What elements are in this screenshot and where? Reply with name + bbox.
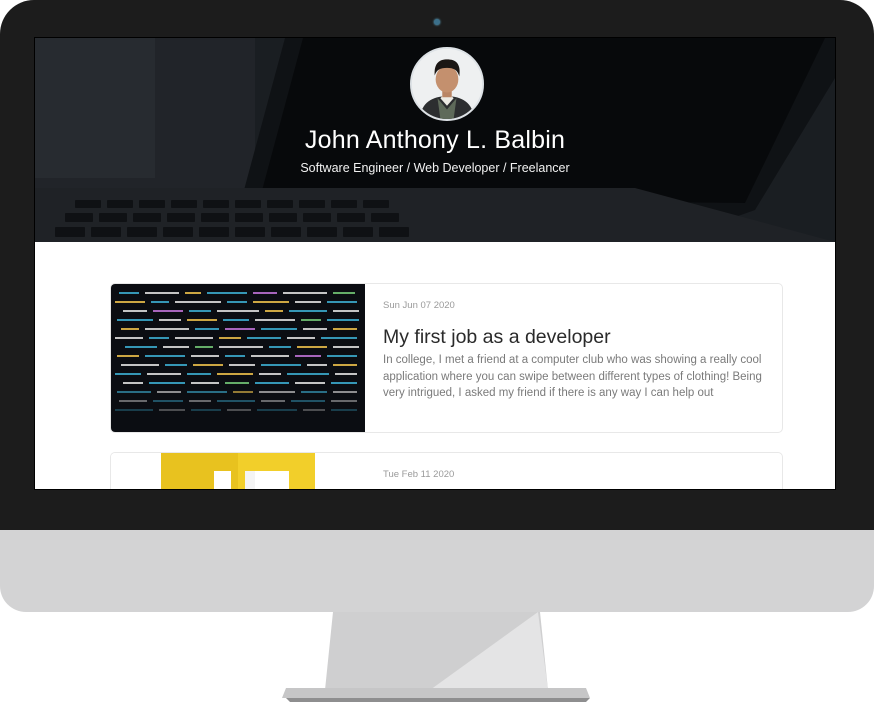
profile-name: John Anthony L. Balbin [304,126,566,154]
post-excerpt: In college, I met a friend at a computer… [383,354,762,399]
post-date: Tue Feb 11 2020 [383,469,455,480]
screen: John Anthony L. Balbin Software Engineer… [34,37,836,490]
avatar-photo [412,49,482,119]
post-card[interactable]: Tue Feb 11 2020 [110,452,783,489]
code-screen-thumbnail [111,284,365,432]
profile-subtitle: Software Engineer / Web Developer / Free… [300,161,570,175]
post-card[interactable]: Sun Jun 07 2020 My first job as a develo… [110,283,783,433]
html5-logo-thumbnail [111,453,365,489]
post-body: Tue Feb 11 2020 [383,469,773,480]
post-date: Sun Jun 07 2020 [383,300,455,311]
post-title[interactable]: My first job as a developer [383,326,773,349]
post-body: Sun Jun 07 2020 My first job as a develo… [383,300,773,402]
profile-avatar [410,47,484,121]
profile-header: John Anthony L. Balbin Software Engineer… [35,38,835,242]
